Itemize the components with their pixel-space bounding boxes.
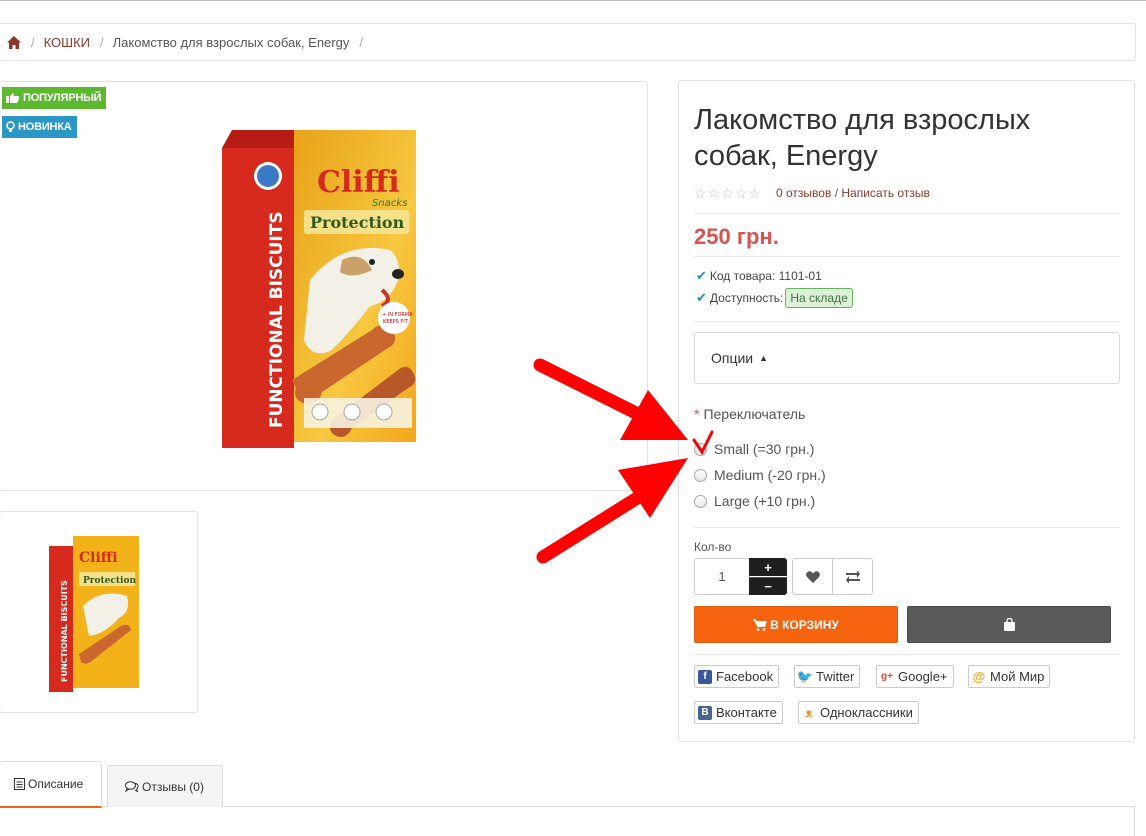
annotation-checkmark: [692, 430, 714, 455]
annotation-arrow-top: [533, 358, 688, 440]
annotation-arrow-bottom: [536, 458, 688, 564]
annotation-overlay: [533, 358, 714, 564]
